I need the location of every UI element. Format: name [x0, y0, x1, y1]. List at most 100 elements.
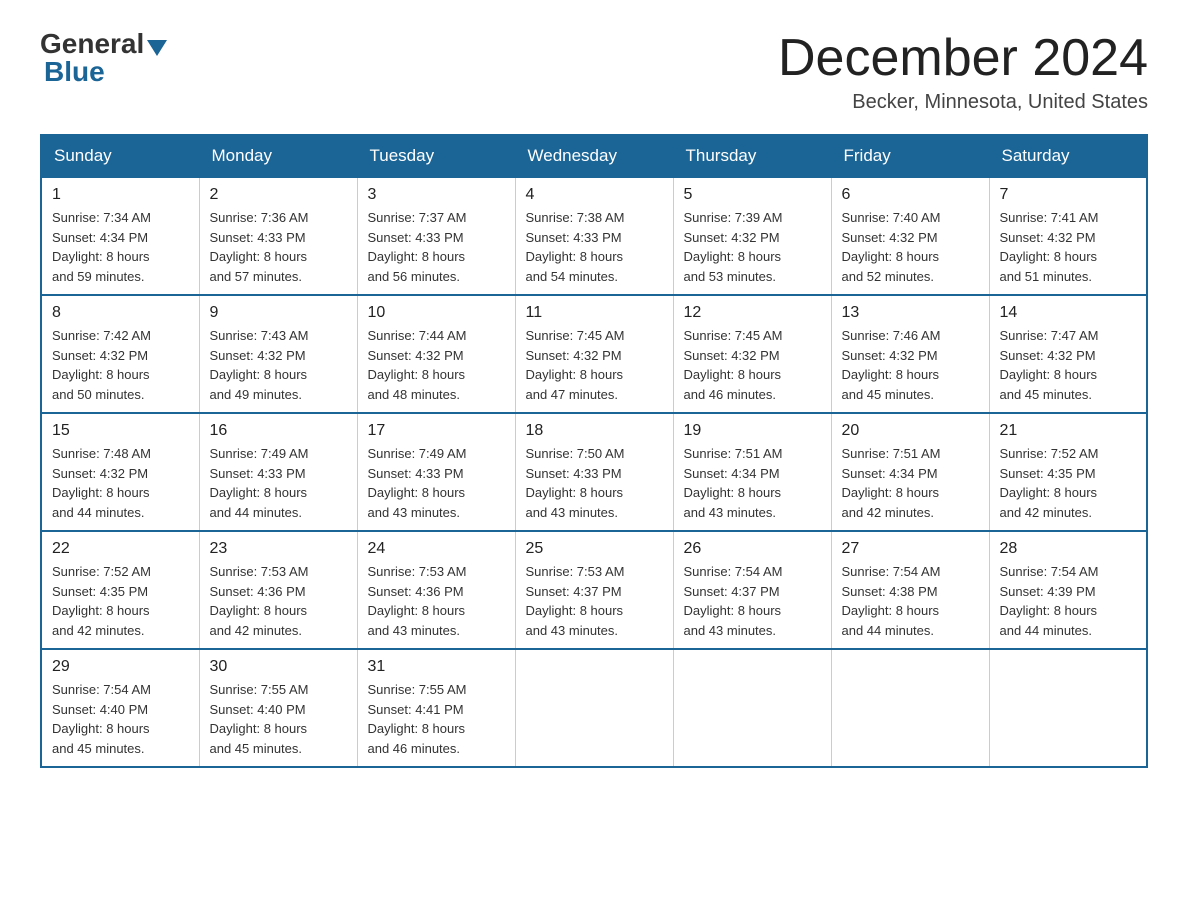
logo-general-part: General [40, 30, 144, 58]
day-number: 26 [684, 540, 821, 558]
day-number: 6 [842, 186, 979, 204]
calendar-day-cell: 2 Sunrise: 7:36 AM Sunset: 4:33 PM Daylig… [199, 177, 357, 295]
day-info: Sunrise: 7:39 AM Sunset: 4:32 PM Dayligh… [684, 208, 821, 286]
calendar-day-cell: 16 Sunrise: 7:49 AM Sunset: 4:33 PM Dayli… [199, 413, 357, 531]
day-number: 15 [52, 422, 189, 440]
header-friday: Friday [831, 135, 989, 177]
calendar-day-cell: 3 Sunrise: 7:37 AM Sunset: 4:33 PM Daylig… [357, 177, 515, 295]
day-info: Sunrise: 7:53 AM Sunset: 4:36 PM Dayligh… [368, 562, 505, 640]
day-info: Sunrise: 7:52 AM Sunset: 4:35 PM Dayligh… [52, 562, 189, 640]
calendar-day-cell: 31 Sunrise: 7:55 AM Sunset: 4:41 PM Dayli… [357, 649, 515, 767]
day-number: 16 [210, 422, 347, 440]
calendar-day-cell: 4Sunrise: 7:38 AM Sunset: 4:33 PM Daylig… [515, 177, 673, 295]
day-number: 30 [210, 658, 347, 676]
header-thursday: Thursday [673, 135, 831, 177]
header-wednesday: Wednesday [515, 135, 673, 177]
day-info: Sunrise: 7:54 AM Sunset: 4:39 PM Dayligh… [1000, 562, 1137, 640]
day-info: Sunrise: 7:52 AM Sunset: 4:35 PM Dayligh… [1000, 444, 1137, 522]
calendar-day-cell: 30 Sunrise: 7:55 AM Sunset: 4:40 PM Dayli… [199, 649, 357, 767]
day-info: Sunrise: 7:48 AM Sunset: 4:32 PM Dayligh… [52, 444, 189, 522]
day-number: 8 [52, 304, 189, 322]
day-number: 23 [210, 540, 347, 558]
calendar-week-row: 29Sunrise: 7:54 AM Sunset: 4:40 PM Dayli… [41, 649, 1147, 767]
header-tuesday: Tuesday [357, 135, 515, 177]
day-number: 11 [526, 304, 663, 322]
calendar-day-cell: 22 Sunrise: 7:52 AM Sunset: 4:35 PM Dayli… [41, 531, 199, 649]
calendar-day-cell: 9 Sunrise: 7:43 AM Sunset: 4:32 PM Daylig… [199, 295, 357, 413]
header-saturday: Saturday [989, 135, 1147, 177]
day-number: 13 [842, 304, 979, 322]
day-number: 7 [1000, 186, 1137, 204]
day-info: Sunrise: 7:37 AM Sunset: 4:33 PM Dayligh… [368, 208, 505, 286]
calendar-day-cell: 24 Sunrise: 7:53 AM Sunset: 4:36 PM Dayli… [357, 531, 515, 649]
day-info: Sunrise: 7:54 AM Sunset: 4:40 PM Dayligh… [52, 680, 189, 758]
calendar-day-cell: 5 Sunrise: 7:39 AM Sunset: 4:32 PM Daylig… [673, 177, 831, 295]
day-number: 22 [52, 540, 189, 558]
day-number: 5 [684, 186, 821, 204]
day-info: Sunrise: 7:44 AM Sunset: 4:32 PM Dayligh… [368, 326, 505, 404]
calendar-day-cell [673, 649, 831, 767]
calendar-day-cell: 19 Sunrise: 7:51 AM Sunset: 4:34 PM Dayli… [673, 413, 831, 531]
day-number: 1 [52, 186, 189, 204]
calendar-day-cell [831, 649, 989, 767]
calendar-day-cell: 26 Sunrise: 7:54 AM Sunset: 4:37 PM Dayli… [673, 531, 831, 649]
day-number: 3 [368, 186, 505, 204]
day-info: Sunrise: 7:53 AM Sunset: 4:37 PM Dayligh… [526, 562, 663, 640]
calendar-day-cell: 14Sunrise: 7:47 AM Sunset: 4:32 PM Dayli… [989, 295, 1147, 413]
day-number: 28 [1000, 540, 1137, 558]
day-info: Sunrise: 7:55 AM Sunset: 4:40 PM Dayligh… [210, 680, 347, 758]
day-info: Sunrise: 7:36 AM Sunset: 4:33 PM Dayligh… [210, 208, 347, 286]
calendar-header-row: SundayMondayTuesdayWednesdayThursdayFrid… [41, 135, 1147, 177]
day-info: Sunrise: 7:51 AM Sunset: 4:34 PM Dayligh… [684, 444, 821, 522]
day-number: 9 [210, 304, 347, 322]
calendar-day-cell: 6 Sunrise: 7:40 AM Sunset: 4:32 PM Daylig… [831, 177, 989, 295]
day-info: Sunrise: 7:43 AM Sunset: 4:32 PM Dayligh… [210, 326, 347, 404]
calendar-title: December 2024 [778, 30, 1148, 87]
logo-blue-part: Blue [44, 56, 105, 87]
day-info: Sunrise: 7:54 AM Sunset: 4:37 PM Dayligh… [684, 562, 821, 640]
calendar-week-row: 8 Sunrise: 7:42 AM Sunset: 4:32 PM Daylig… [41, 295, 1147, 413]
day-number: 24 [368, 540, 505, 558]
calendar-day-cell: 27 Sunrise: 7:54 AM Sunset: 4:38 PM Dayli… [831, 531, 989, 649]
calendar-day-cell: 21Sunrise: 7:52 AM Sunset: 4:35 PM Dayli… [989, 413, 1147, 531]
day-info: Sunrise: 7:47 AM Sunset: 4:32 PM Dayligh… [1000, 326, 1137, 404]
day-info: Sunrise: 7:42 AM Sunset: 4:32 PM Dayligh… [52, 326, 189, 404]
calendar-day-cell: 13 Sunrise: 7:46 AM Sunset: 4:32 PM Dayli… [831, 295, 989, 413]
calendar-week-row: 15 Sunrise: 7:48 AM Sunset: 4:32 PM Dayli… [41, 413, 1147, 531]
calendar-day-cell: 23Sunrise: 7:53 AM Sunset: 4:36 PM Dayli… [199, 531, 357, 649]
calendar-day-cell: 20 Sunrise: 7:51 AM Sunset: 4:34 PM Dayli… [831, 413, 989, 531]
logo-triangle-icon [147, 40, 167, 56]
day-info: Sunrise: 7:50 AM Sunset: 4:33 PM Dayligh… [526, 444, 663, 522]
header-sunday: Sunday [41, 135, 199, 177]
logo: General Blue [40, 30, 170, 88]
day-number: 18 [526, 422, 663, 440]
day-info: Sunrise: 7:46 AM Sunset: 4:32 PM Dayligh… [842, 326, 979, 404]
day-info: Sunrise: 7:49 AM Sunset: 4:33 PM Dayligh… [210, 444, 347, 522]
calendar-day-cell: 25Sunrise: 7:53 AM Sunset: 4:37 PM Dayli… [515, 531, 673, 649]
calendar-day-cell [989, 649, 1147, 767]
calendar-day-cell: 8 Sunrise: 7:42 AM Sunset: 4:32 PM Daylig… [41, 295, 199, 413]
calendar-week-row: 1 Sunrise: 7:34 AM Sunset: 4:34 PM Daylig… [41, 177, 1147, 295]
day-info: Sunrise: 7:41 AM Sunset: 4:32 PM Dayligh… [1000, 208, 1137, 286]
day-number: 2 [210, 186, 347, 204]
calendar-day-cell: 11 Sunrise: 7:45 AM Sunset: 4:32 PM Dayli… [515, 295, 673, 413]
day-info: Sunrise: 7:54 AM Sunset: 4:38 PM Dayligh… [842, 562, 979, 640]
calendar-day-cell: 15 Sunrise: 7:48 AM Sunset: 4:32 PM Dayli… [41, 413, 199, 531]
day-info: Sunrise: 7:55 AM Sunset: 4:41 PM Dayligh… [368, 680, 505, 758]
day-number: 4 [526, 186, 663, 204]
day-number: 19 [684, 422, 821, 440]
day-number: 17 [368, 422, 505, 440]
day-info: Sunrise: 7:49 AM Sunset: 4:33 PM Dayligh… [368, 444, 505, 522]
day-info: Sunrise: 7:34 AM Sunset: 4:34 PM Dayligh… [52, 208, 189, 286]
day-info: Sunrise: 7:40 AM Sunset: 4:32 PM Dayligh… [842, 208, 979, 286]
day-info: Sunrise: 7:45 AM Sunset: 4:32 PM Dayligh… [526, 326, 663, 404]
day-number: 27 [842, 540, 979, 558]
day-number: 31 [368, 658, 505, 676]
day-info: Sunrise: 7:45 AM Sunset: 4:32 PM Dayligh… [684, 326, 821, 404]
calendar-day-cell: 18 Sunrise: 7:50 AM Sunset: 4:33 PM Dayli… [515, 413, 673, 531]
day-info: Sunrise: 7:51 AM Sunset: 4:34 PM Dayligh… [842, 444, 979, 522]
calendar-day-cell: 28 Sunrise: 7:54 AM Sunset: 4:39 PM Dayli… [989, 531, 1147, 649]
calendar-day-cell: 17 Sunrise: 7:49 AM Sunset: 4:33 PM Dayli… [357, 413, 515, 531]
day-number: 20 [842, 422, 979, 440]
day-number: 10 [368, 304, 505, 322]
